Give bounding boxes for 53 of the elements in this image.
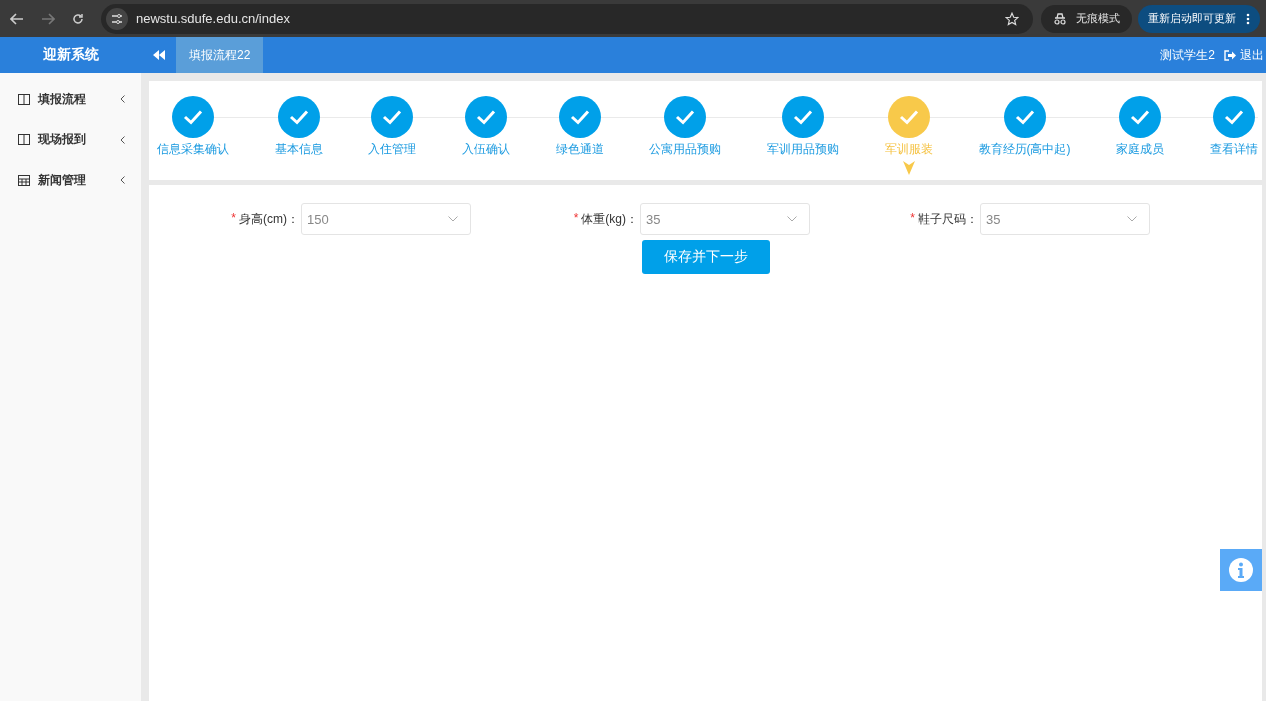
forward-icon[interactable]	[41, 12, 55, 25]
step-label[interactable]: 绿色通道	[555, 141, 604, 158]
step-label[interactable]: 军训服装	[884, 141, 933, 158]
step-label[interactable]: 查看详情	[1209, 141, 1258, 158]
update-button[interactable]: 重新启动即可更新	[1138, 4, 1260, 33]
current-step-arrow-icon	[902, 161, 915, 175]
more-icon	[1246, 12, 1250, 25]
logout-icon	[1224, 49, 1236, 61]
app-title: 迎新系统	[41, 46, 100, 64]
step-label[interactable]: 军训用品预购	[767, 141, 840, 158]
collapse-icon[interactable]	[153, 50, 165, 60]
chevron-left-icon	[120, 176, 125, 185]
incognito-indicator[interactable]: 无痕模式	[1041, 4, 1132, 33]
step-label[interactable]: 入伍确认	[462, 141, 511, 158]
page-tab[interactable]: 填报流程22	[176, 37, 264, 73]
incognito-label: 无痕模式	[1076, 11, 1120, 26]
field-label: 身高(cm)：	[239, 210, 299, 228]
field-label: 鞋子尺码：	[918, 210, 978, 228]
step-label[interactable]: 家庭成员	[1116, 141, 1165, 158]
sidebar-item[interactable]: 新闻管理	[0, 160, 141, 201]
sidebar-item[interactable]: 现场报到	[0, 119, 141, 160]
address-bar[interactable]: newstu.sdufe.edu.cn/index	[101, 3, 1033, 34]
save-next-button[interactable]: 保存并下一步	[641, 240, 770, 274]
columns-icon	[18, 93, 30, 105]
table-icon	[18, 174, 30, 186]
chevron-left-icon	[120, 135, 125, 144]
chevron-down-icon	[1127, 216, 1137, 222]
step-label[interactable]: 信息采集确认	[157, 141, 229, 158]
user-name[interactable]: 测试学生2	[1160, 46, 1215, 64]
step-label[interactable]: 基本信息	[274, 141, 323, 158]
logout-link[interactable]: 退出	[1224, 46, 1264, 64]
required-mark: *	[573, 210, 579, 227]
chevron-down-icon	[787, 216, 797, 222]
sidebar-item[interactable]: 填报流程	[0, 79, 141, 120]
chevron-down-icon	[448, 216, 458, 222]
select-field[interactable]: 35	[980, 203, 1150, 235]
step-label[interactable]: 公寓用品预购	[649, 141, 722, 158]
field-label: 体重(kg)：	[581, 210, 638, 228]
bookmark-star-icon[interactable]	[1005, 11, 1019, 26]
columns-icon	[18, 134, 30, 146]
select-field[interactable]: 150	[301, 203, 471, 235]
required-mark: *	[231, 210, 236, 227]
back-icon[interactable]	[10, 12, 24, 25]
reload-icon[interactable]	[72, 12, 84, 25]
info-icon	[1228, 557, 1254, 583]
step-label[interactable]: 入住管理	[368, 141, 417, 158]
incognito-icon	[1053, 12, 1067, 25]
site-settings-icon[interactable]	[106, 7, 128, 30]
required-mark: *	[910, 210, 915, 227]
step-label[interactable]: 教育经历(高中起)	[978, 141, 1071, 158]
url-text: newstu.sdufe.edu.cn/index	[136, 11, 291, 26]
chevron-left-icon	[120, 95, 125, 104]
select-field[interactable]: 35	[640, 203, 810, 235]
